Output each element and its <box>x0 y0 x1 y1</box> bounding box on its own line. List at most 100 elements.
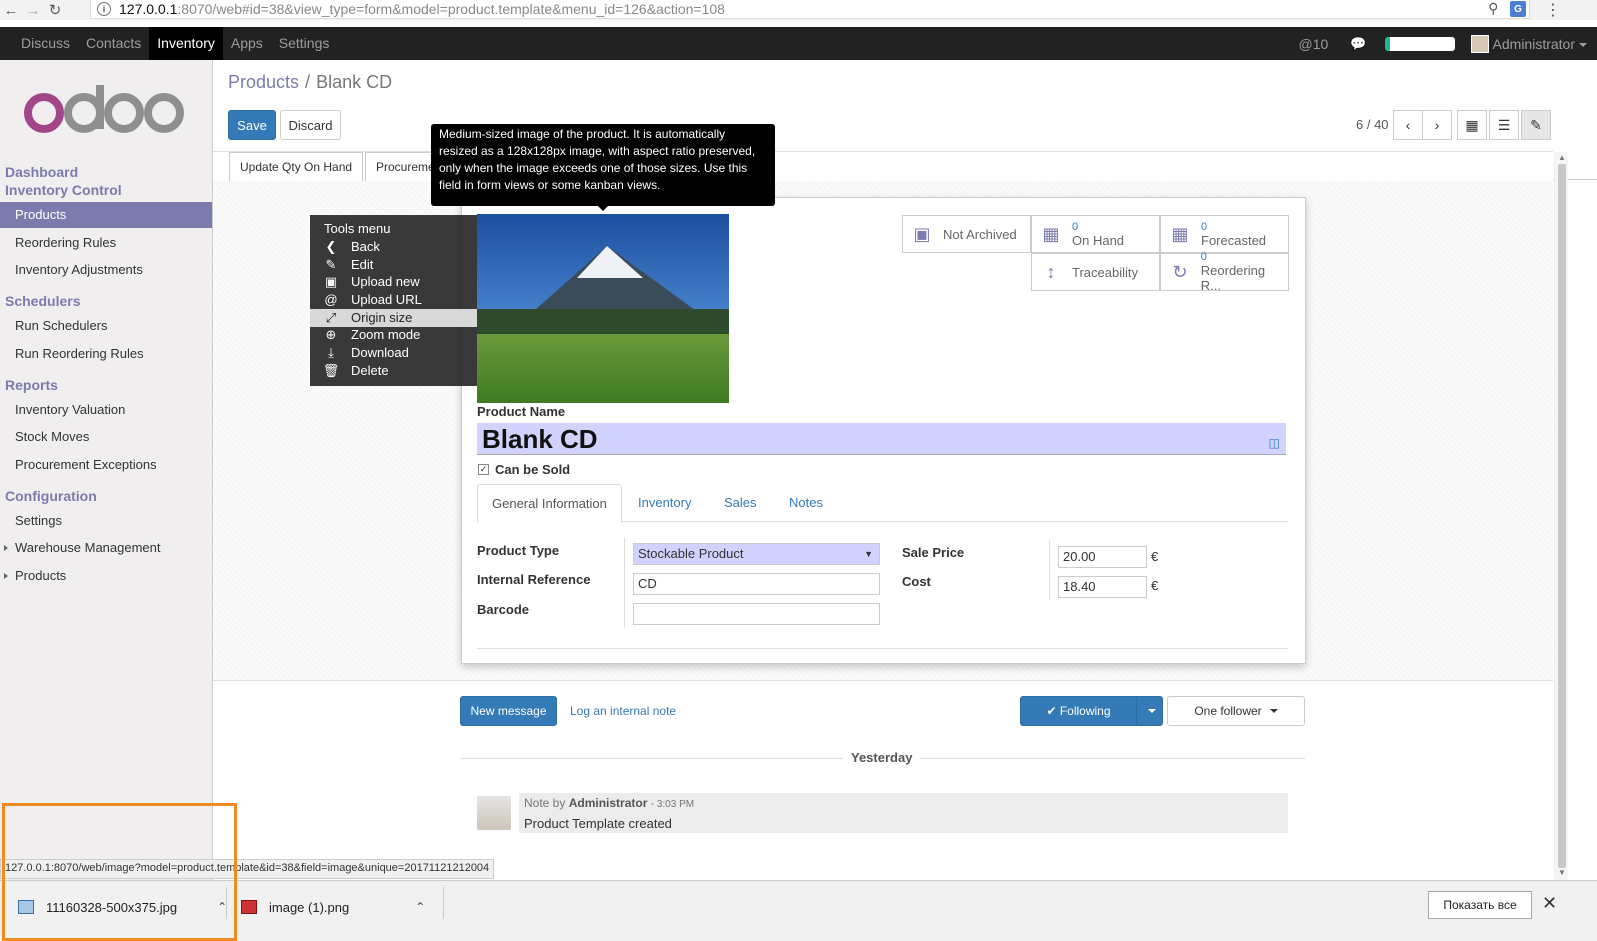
odoo-logo[interactable] <box>22 85 187 135</box>
user-menu[interactable]: Administrator <box>1493 36 1587 52</box>
scrollbar-thumb[interactable] <box>1558 164 1566 868</box>
following-button[interactable]: ✔ Following <box>1020 696 1137 726</box>
new-message-button[interactable]: New message <box>460 696 557 726</box>
translate-icon[interactable]: ◫ <box>1269 427 1280 459</box>
procurement-button[interactable]: Procurement <box>365 152 435 181</box>
reordering-rules-button[interactable]: ↻ 0 Reordering R... <box>1160 251 1289 293</box>
show-all-downloads-button[interactable]: Показать все <box>1428 891 1532 919</box>
list-icon: ☰ <box>1497 116 1511 133</box>
tool-edit[interactable]: ✎ Edit <box>310 256 477 274</box>
tab-notes[interactable]: Notes <box>775 484 837 522</box>
followers-button[interactable]: One follower <box>1167 696 1305 726</box>
archive-toggle-button[interactable]: ▣ Not Archived <box>902 215 1031 253</box>
tab-inventory[interactable]: Inventory <box>624 484 705 522</box>
downloads-bar: 11160328-500x375.jpg ⌃ image (1).png ⌃ П… <box>0 880 1597 941</box>
picture-icon: ▣ <box>324 274 338 289</box>
at-icon: @ <box>324 292 338 307</box>
list-view-button[interactable]: ☰ <box>1489 110 1519 140</box>
menu-inventory[interactable]: Inventory <box>149 27 223 60</box>
info-icon[interactable]: i <box>97 2 111 16</box>
png-file-icon <box>241 900 257 914</box>
image-tools-menu: Tools menu ❮ Back ✎ Edit ▣ Upload new @ Uplo… <box>310 215 477 386</box>
log-note-link[interactable]: Log an internal note <box>570 704 676 718</box>
following-dropdown-button[interactable] <box>1136 696 1163 726</box>
vertical-scrollbar[interactable]: ▲ ▼ <box>1554 152 1568 880</box>
menu-contacts[interactable]: Contacts <box>78 27 149 60</box>
extension-icon[interactable]: G <box>1510 1 1526 17</box>
chevron-up-icon[interactable]: ⌃ <box>415 900 425 914</box>
main-navbar: Discuss Contacts Inventory Apps Settings… <box>0 27 1597 60</box>
product-name-input[interactable]: Blank CD ◫ <box>477 423 1286 455</box>
pager-previous-button[interactable]: ‹ <box>1393 110 1423 140</box>
sidebar-section-schedulers: Schedulers <box>5 293 81 309</box>
save-button[interactable]: Save <box>228 110 276 140</box>
menu-settings[interactable]: Settings <box>271 27 338 60</box>
download-item-png[interactable]: image (1).png ⌃ <box>241 885 425 929</box>
message-body: Product Template created <box>524 816 672 831</box>
tool-delete[interactable]: 🗑 Delete <box>310 362 477 380</box>
discard-button[interactable]: Discard <box>280 110 341 140</box>
main-content: Products / Blank CD Save Discard 6 / 40 ‹ … <box>213 60 1597 880</box>
back-arrow-icon[interactable]: ← <box>0 0 22 20</box>
barcode-input[interactable] <box>633 603 880 625</box>
tool-origin-size[interactable]: ⤢ Origin size <box>310 309 477 327</box>
sidebar-item-settings[interactable]: Settings <box>0 508 212 534</box>
tool-zoom-mode[interactable]: ⊕ Zoom mode <box>310 326 477 344</box>
on-hand-button[interactable]: ▦ 0 On Hand <box>1031 215 1160 253</box>
tool-back[interactable]: ❮ Back <box>310 238 477 256</box>
key-icon[interactable]: ⚲ <box>1488 0 1498 17</box>
date-separator: Yesterday <box>843 750 921 765</box>
sidebar-item-inventory-valuation[interactable]: Inventory Valuation <box>0 397 212 423</box>
menu-apps[interactable]: Apps <box>223 27 271 60</box>
can-be-sold-checkbox[interactable]: ✓ <box>478 464 489 475</box>
breadcrumb-separator: / <box>305 72 311 92</box>
browser-menu-icon[interactable]: ⋮ <box>1545 0 1561 20</box>
sidebar-item-procurement-exceptions[interactable]: Procurement Exceptions <box>0 452 212 478</box>
tab-sales[interactable]: Sales <box>710 484 771 522</box>
sidebar-item-reordering-rules[interactable]: Reordering Rules <box>0 230 212 256</box>
kanban-view-button[interactable]: ▦ <box>1457 110 1487 140</box>
internal-reference-input[interactable]: CD <box>633 573 880 595</box>
pager-next-button[interactable]: › <box>1422 110 1452 140</box>
forward-arrow-icon[interactable]: → <box>22 0 44 20</box>
tab-general-information[interactable]: General Information <box>477 484 622 523</box>
tool-download[interactable]: ⤓ Download <box>310 344 477 362</box>
tool-upload-url[interactable]: @ Upload URL <box>310 291 477 309</box>
scroll-up-icon[interactable]: ▲ <box>1558 153 1566 162</box>
close-icon[interactable]: ✕ <box>1542 893 1557 914</box>
expand-icon: ⤢ <box>325 310 337 325</box>
product-image[interactable] <box>477 214 729 403</box>
traceability-button[interactable]: ↕ Traceability <box>1031 253 1160 291</box>
sidebar-item-stock-moves[interactable]: Stock Moves <box>0 424 212 450</box>
sidebar-item-run-schedulers[interactable]: Run Schedulers <box>0 313 212 339</box>
user-avatar[interactable] <box>1470 34 1489 53</box>
archive-icon: ▣ <box>913 223 931 244</box>
breadcrumb: Products / Blank CD <box>228 72 392 93</box>
forecasted-button[interactable]: ▦ 0 Forecasted <box>1160 215 1289 253</box>
sidebar-item-run-reordering-rules[interactable]: Run Reordering Rules <box>0 341 212 367</box>
update-qty-button[interactable]: Update Qty On Hand <box>229 152 364 181</box>
cost-input[interactable]: 18.40 <box>1058 576 1147 598</box>
menu-discuss[interactable]: Discuss <box>13 27 78 60</box>
sidebar-item-inventory-adjustments[interactable]: Inventory Adjustments <box>0 257 212 283</box>
reload-icon[interactable]: ↻ <box>44 0 66 20</box>
chat-icon[interactable]: 💬 <box>1350 36 1366 52</box>
url-text: 127.0.0.1:8070/web#id=38&view_type=form&… <box>119 1 725 17</box>
sidebar-item-config-products[interactable]: Products <box>0 563 212 589</box>
author-avatar[interactable] <box>477 796 511 830</box>
pager-value[interactable]: 6 / 40 <box>1356 117 1389 132</box>
sidebar-dashboard[interactable]: Dashboard <box>5 164 78 180</box>
sidebar-item-products[interactable]: Products <box>0 202 212 228</box>
message-author[interactable]: Administrator <box>569 796 648 810</box>
form-view-button[interactable]: ✎ <box>1521 110 1551 140</box>
sidebar-item-warehouse-management[interactable]: Warehouse Management <box>0 535 212 561</box>
progress-bar[interactable] <box>1384 36 1455 51</box>
scroll-down-icon[interactable]: ▼ <box>1558 868 1566 877</box>
tool-upload-new[interactable]: ▣ Upload new <box>310 273 477 291</box>
sidebar-section-reports: Reports <box>5 377 58 393</box>
mentions-counter[interactable]: @10 <box>1299 36 1329 52</box>
address-bar[interactable]: i 127.0.0.1:8070/web#id=38&view_type=for… <box>90 0 1530 19</box>
product-type-select[interactable]: Stockable Product ▼ <box>633 543 880 565</box>
breadcrumb-products[interactable]: Products <box>228 72 299 92</box>
sale-price-input[interactable]: 20.00 <box>1058 546 1147 568</box>
